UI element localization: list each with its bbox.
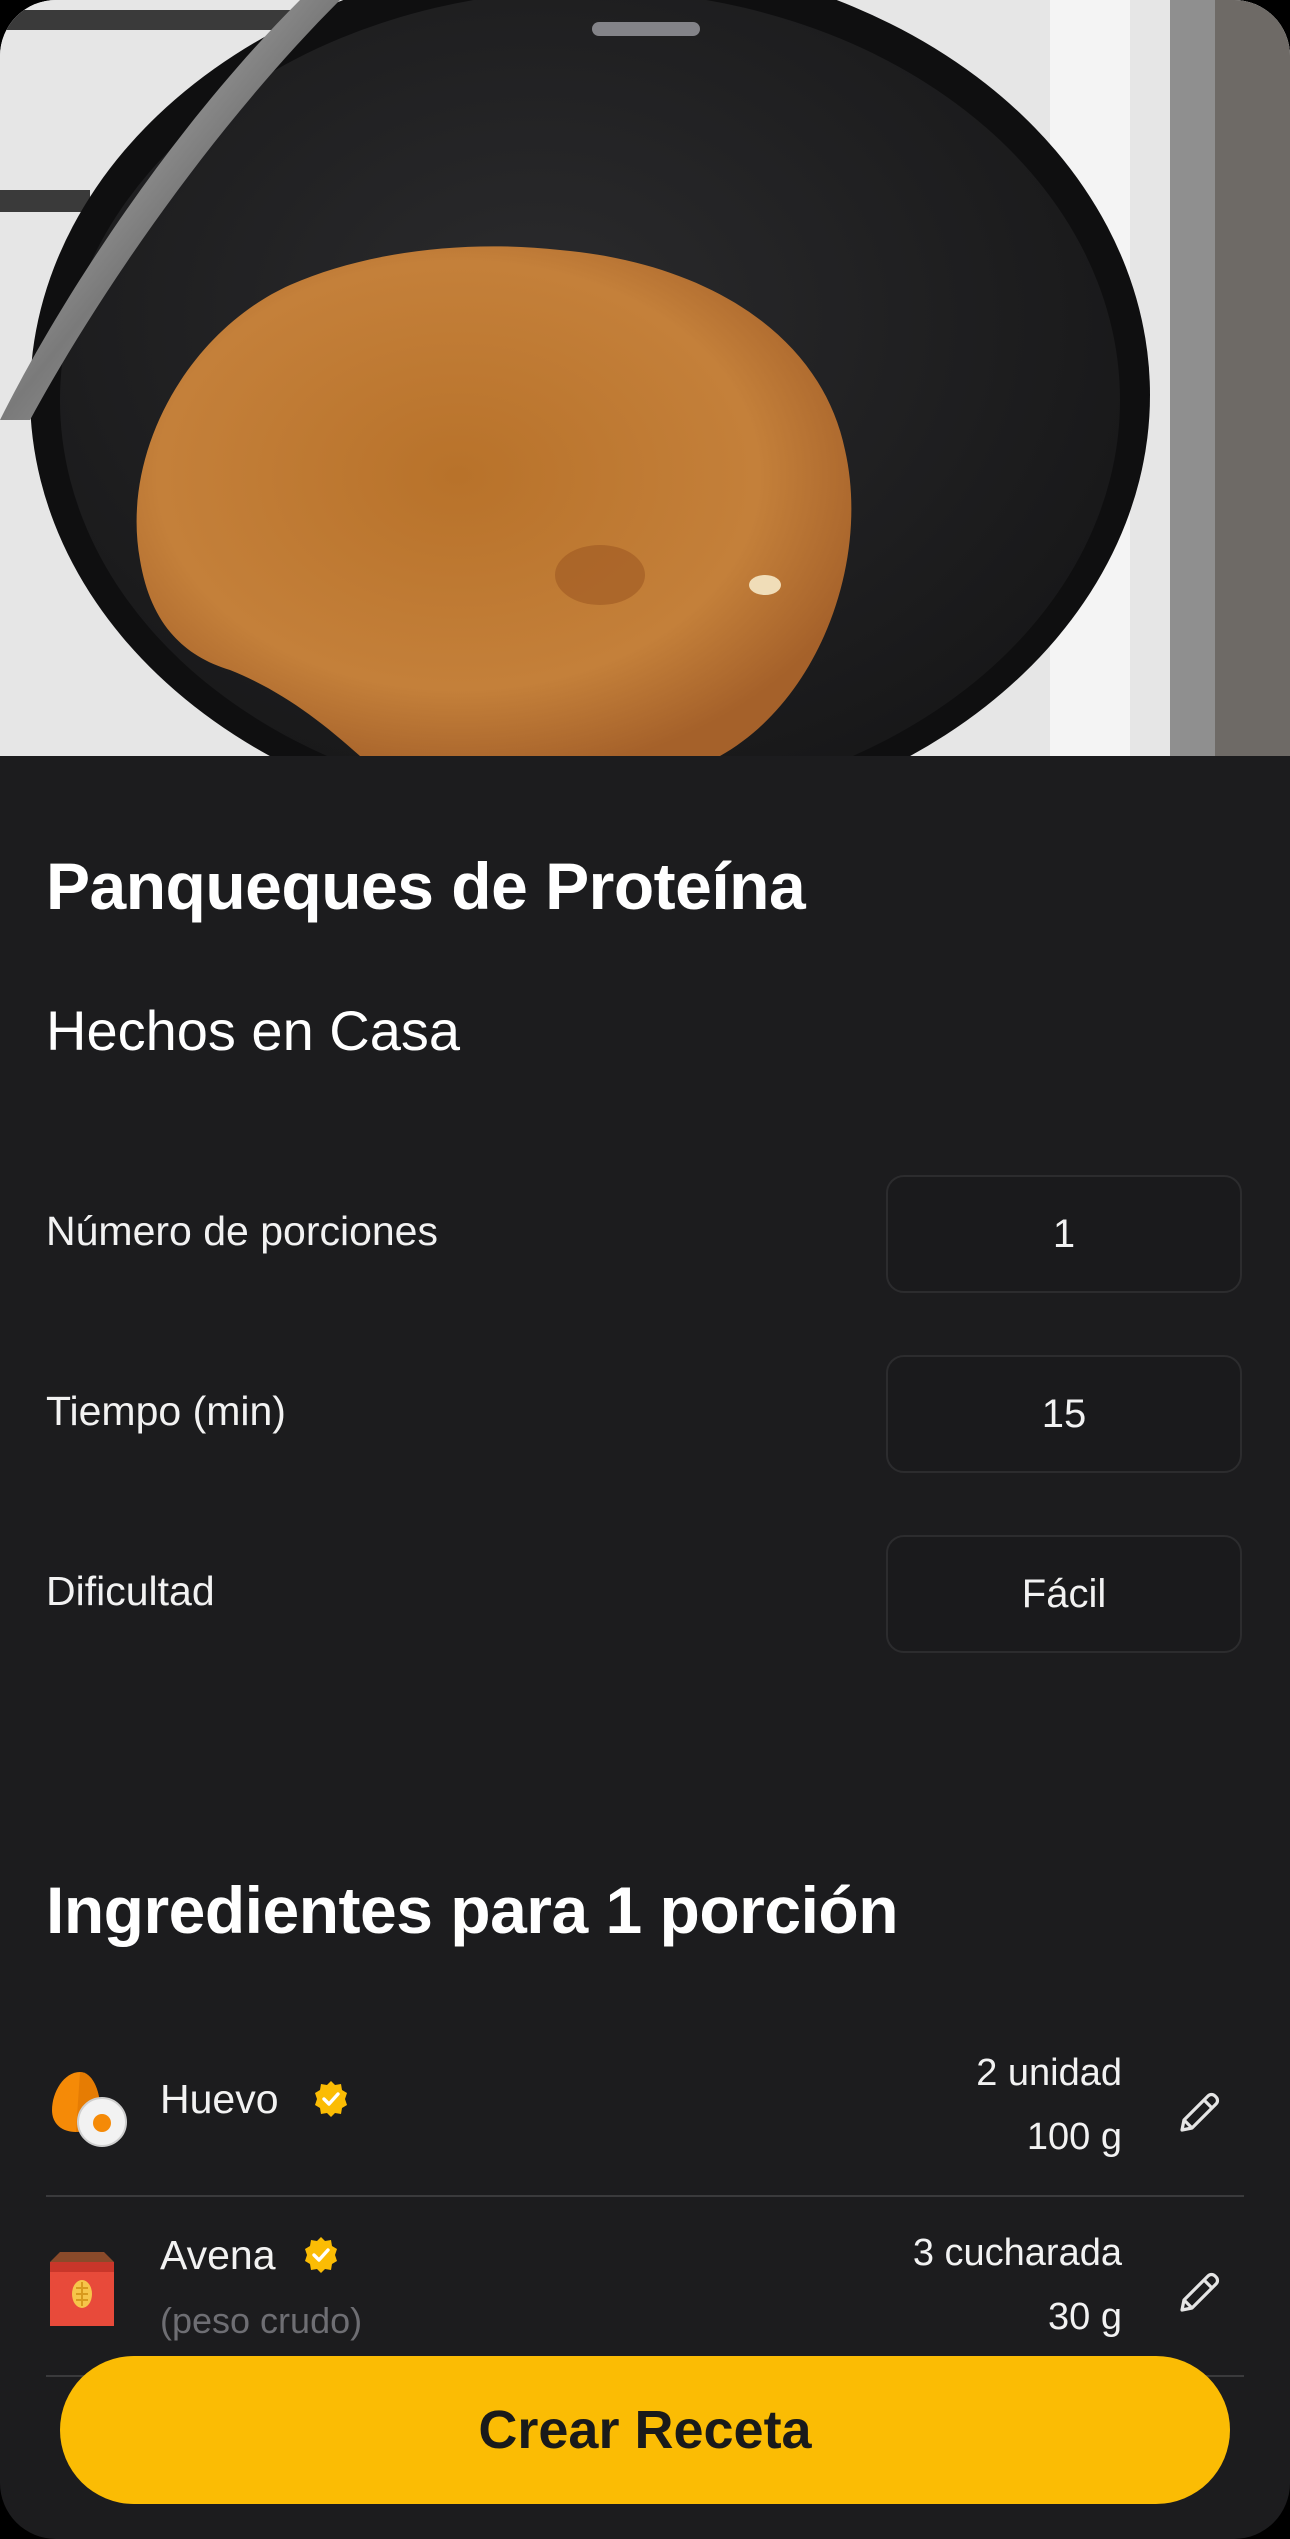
recipe-sheet: Panqueques de Proteína Hechos en Casa Nú…: [0, 0, 1290, 2539]
edit-pencil-icon[interactable]: [1174, 2268, 1224, 2318]
sheet-grabber[interactable]: [592, 22, 700, 36]
edit-pencil-icon[interactable]: [1174, 2088, 1224, 2138]
ingredient-note: (peso crudo): [160, 2300, 363, 2341]
difficulty-label: Dificultad: [46, 1568, 215, 1614]
ingredients-heading: Ingredientes para 1 porción: [46, 1873, 899, 1947]
recipe-photo: [0, 0, 1290, 756]
ingredient-weight: 30 g: [1048, 2296, 1122, 2338]
difficulty-field[interactable]: Fácil: [886, 1535, 1242, 1653]
time-field[interactable]: 15: [886, 1355, 1242, 1473]
verified-badge-icon: [315, 2081, 347, 2117]
recipe-title: Panqueques de Proteína: [46, 849, 806, 923]
recipe-subtitle: Hechos en Casa: [46, 999, 461, 1062]
ingredient-name: Huevo: [160, 2076, 279, 2122]
ingredient-amount: 3 cucharada: [912, 2232, 1122, 2274]
servings-field[interactable]: 1: [886, 1175, 1242, 1293]
servings-label: Número de porciones: [46, 1208, 438, 1254]
ingredient-row-huevo[interactable]: Huevo 2 unidad 100 g: [46, 2040, 1244, 2190]
create-recipe-button[interactable]: Crear Receta: [60, 2356, 1230, 2504]
ingredient-divider: [46, 2195, 1244, 2197]
oats-box-icon: [50, 2252, 114, 2326]
time-label: Tiempo (min): [46, 1388, 286, 1434]
pancake-in-pan-image: [0, 0, 1290, 756]
ingredient-amount: 2 unidad: [976, 2052, 1122, 2094]
ingredient-name: Avena: [160, 2232, 276, 2278]
ingredient-weight: 100 g: [1026, 2116, 1122, 2158]
ingredient-row-avena[interactable]: Avena (peso crudo) 3 cucharada 30 g: [46, 2220, 1244, 2370]
egg-icon: [52, 2072, 127, 2147]
verified-badge-icon: [305, 2237, 337, 2273]
